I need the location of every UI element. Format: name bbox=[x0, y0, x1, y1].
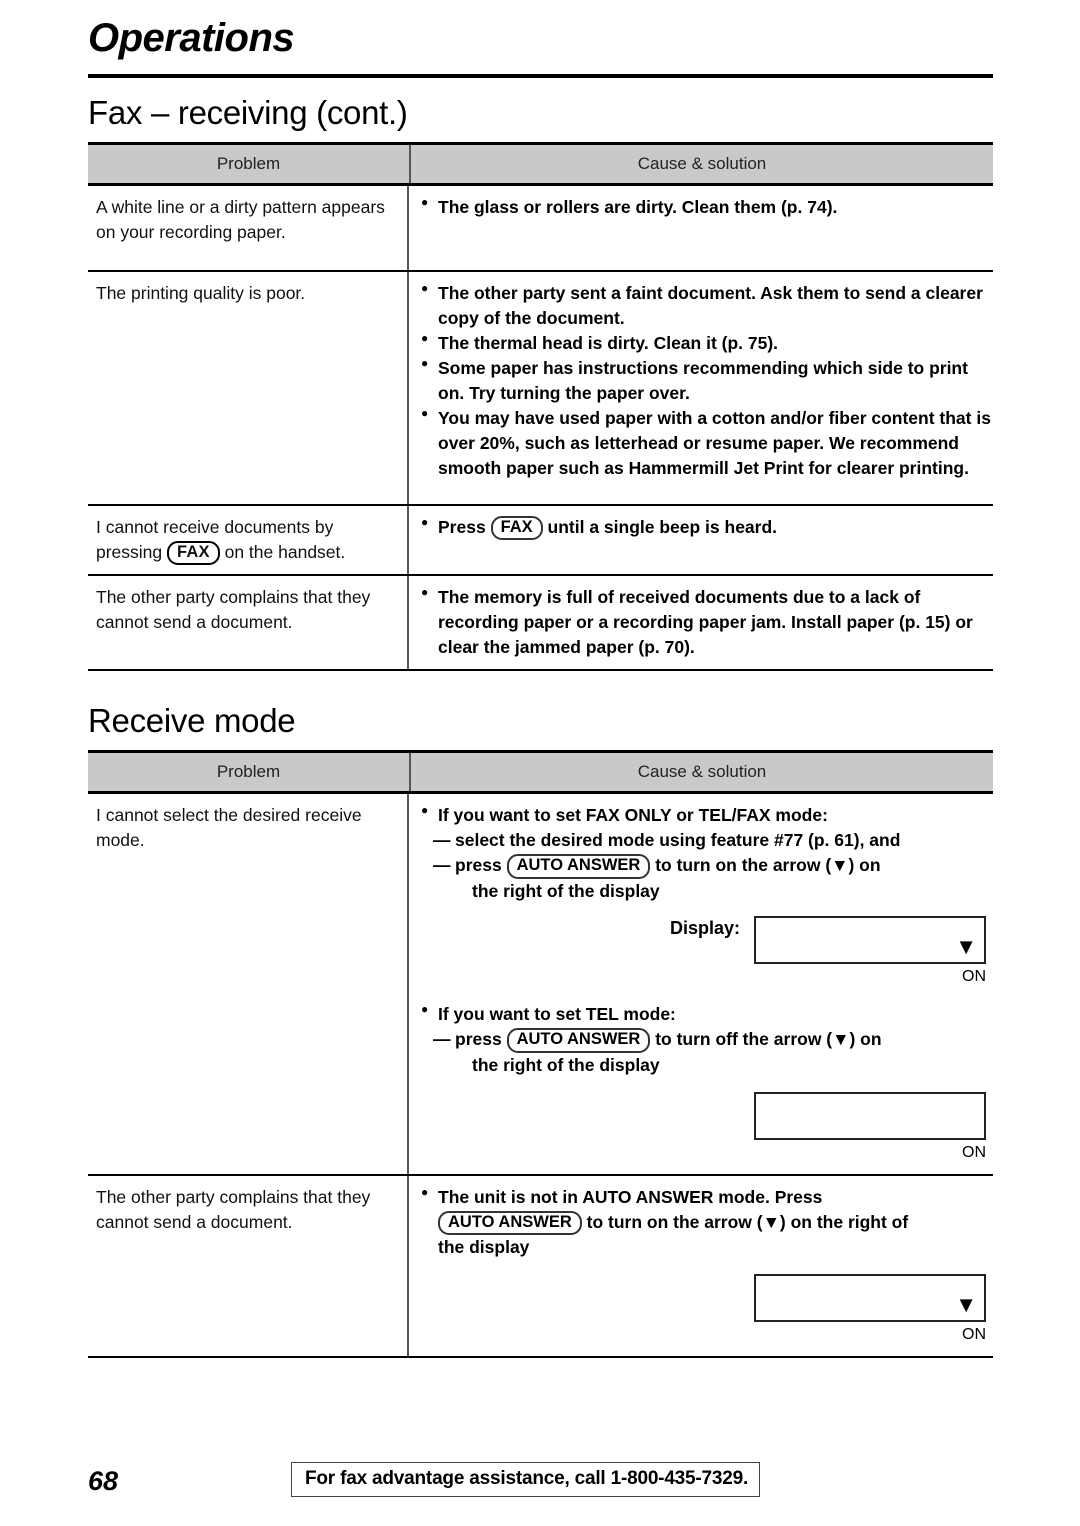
column-header-problem: Problem bbox=[88, 753, 411, 791]
auto-answer-key-button[interactable]: AUTO ANSWER bbox=[506, 854, 651, 879]
sub-step: press AUTO ANSWER to turn on the arrow (… bbox=[421, 853, 993, 878]
arrow-down-icon: ▼ bbox=[955, 1292, 977, 1318]
manual-page: Operations Fax – receiving (cont.) Probl… bbox=[0, 0, 1080, 1526]
cause-line-3: the display bbox=[438, 1237, 530, 1258]
list-item: Press FAX until a single beep is heard. bbox=[421, 514, 993, 541]
list-item: The unit is not in AUTO ANSWER mode. Pre… bbox=[421, 1184, 993, 1261]
section-title-fax-receiving: Fax – receiving (cont.) bbox=[88, 94, 408, 131]
cause-cell: Press FAX until a single beep is heard. bbox=[409, 506, 993, 574]
fax-key-button[interactable]: FAX bbox=[490, 516, 543, 541]
display-illustration: Display: ▼ ON bbox=[421, 915, 993, 989]
sub-step-continued: the right of the display bbox=[472, 1054, 660, 1075]
column-header-cause-solution: Cause & solution bbox=[637, 762, 767, 781]
table-row: The other party complains that they cann… bbox=[88, 1175, 993, 1359]
table-row: A white line or a dirty pattern appears … bbox=[88, 186, 993, 272]
chapter-title: Operations bbox=[88, 16, 295, 60]
problem-cell: The other party complains that they cann… bbox=[88, 1175, 409, 1357]
problem-cell: I cannot receive documents by pressing F… bbox=[88, 506, 409, 575]
sub-step-continued: the right of the display bbox=[472, 880, 660, 901]
lcd-display-box: ▼ bbox=[754, 915, 986, 964]
table-row: I cannot receive documents by pressing F… bbox=[88, 506, 993, 577]
footer-assistance-note: For fax advantage assistance, call 1-800… bbox=[291, 1462, 761, 1497]
lcd-display-box: ▼ bbox=[754, 1274, 986, 1323]
press-label-post: until a single beep is heard. bbox=[547, 517, 778, 537]
press-label-post: to turn on the arrow (▼) on bbox=[655, 855, 881, 876]
press-label: press bbox=[455, 1029, 502, 1050]
press-label: Press bbox=[438, 517, 486, 537]
problem-text-post: on the handset. bbox=[224, 541, 346, 562]
section-title-receive-mode: Receive mode bbox=[88, 702, 296, 739]
display-state-label: ON bbox=[962, 1326, 986, 1344]
problem-cell: The other party complains that they cann… bbox=[88, 576, 409, 670]
list-item: If you want to set TEL mode: bbox=[421, 1001, 993, 1027]
cause-cell: The other party sent a faint document. A… bbox=[409, 272, 993, 504]
table-fax-receiving: Problem Cause & solution A white line or… bbox=[88, 142, 993, 672]
cause-cell: The glass or rollers are dirty. Clean th… bbox=[409, 186, 993, 270]
problem-cell: A white line or a dirty pattern appears … bbox=[88, 186, 409, 270]
list-item: If you want to set FAX ONLY or TEL/FAX m… bbox=[421, 802, 993, 828]
lcd-display-box bbox=[754, 1091, 986, 1140]
cause-cell: The unit is not in AUTO ANSWER mode. Pre… bbox=[409, 1176, 993, 1356]
table-row: The other party complains that they cann… bbox=[88, 576, 993, 672]
press-label: press bbox=[455, 855, 502, 876]
list-item: The thermal head is dirty. Clean it (p. … bbox=[421, 330, 993, 356]
auto-answer-key-button[interactable]: AUTO ANSWER bbox=[506, 1028, 651, 1053]
list-item: Some paper has instructions recommending… bbox=[421, 355, 993, 406]
list-item: The glass or rollers are dirty. Clean th… bbox=[421, 194, 993, 220]
problem-cell: I cannot select the desired receive mode… bbox=[88, 794, 409, 1174]
display-state-label: ON bbox=[962, 1143, 986, 1161]
list-item: You may have used paper with a cotton an… bbox=[421, 405, 993, 481]
table-receive-mode: Problem Cause & solution I cannot select… bbox=[88, 750, 993, 1359]
fax-key-button[interactable]: FAX bbox=[167, 540, 220, 566]
page-number: 68 bbox=[88, 1466, 119, 1496]
problem-cell: The printing quality is poor. bbox=[88, 272, 409, 504]
sub-step: press AUTO ANSWER to turn off the arrow … bbox=[421, 1027, 993, 1052]
arrow-down-icon: ▼ bbox=[955, 933, 977, 959]
display-state-label: ON bbox=[962, 967, 986, 985]
press-label-post: to turn off the arrow (▼) on bbox=[655, 1029, 882, 1050]
table-header-row: Problem Cause & solution bbox=[88, 142, 993, 186]
column-header-problem: Problem bbox=[88, 145, 411, 183]
table-row: The printing quality is poor. The other … bbox=[88, 272, 993, 506]
column-header-cause-solution: Cause & solution bbox=[637, 154, 767, 173]
list-item: The other party sent a faint document. A… bbox=[421, 280, 993, 331]
sub-step: select the desired mode using feature #7… bbox=[421, 828, 993, 853]
cause-cell: If you want to set FAX ONLY or TEL/FAX m… bbox=[409, 794, 993, 1174]
list-item: The memory is full of received documents… bbox=[421, 584, 993, 660]
table-row: I cannot select the desired receive mode… bbox=[88, 794, 993, 1176]
cause-cell: The memory is full of received documents… bbox=[409, 576, 993, 669]
display-illustration: ON bbox=[421, 1091, 993, 1165]
table-header-row: Problem Cause & solution bbox=[88, 750, 993, 794]
chapter-title-rule bbox=[88, 74, 993, 78]
display-illustration: ▼ ON bbox=[421, 1274, 993, 1347]
cause-line-2: to turn on the arrow (▼) on the right of bbox=[586, 1211, 909, 1232]
cause-line-1: The unit is not in AUTO ANSWER mode. Pre… bbox=[438, 1186, 823, 1207]
display-caption: Display: bbox=[669, 917, 740, 938]
page-footer: 68 For fax advantage assistance, call 1-… bbox=[0, 1462, 1080, 1508]
auto-answer-key-button[interactable]: AUTO ANSWER bbox=[438, 1210, 582, 1236]
